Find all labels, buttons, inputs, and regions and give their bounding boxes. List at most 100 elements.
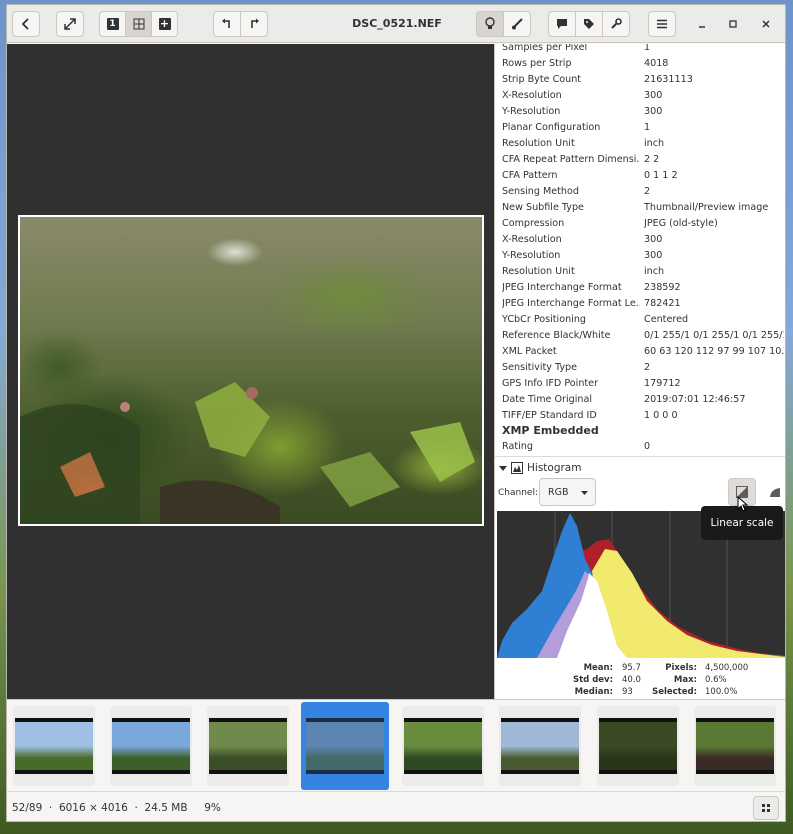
rotate-left-icon — [222, 18, 230, 28]
property-key: Resolution Unit — [502, 266, 575, 277]
thumbnail-image — [112, 718, 190, 774]
thumbnail-item[interactable] — [694, 706, 776, 786]
pixels-value: 4,500,000 — [705, 663, 749, 673]
menu-button[interactable] — [648, 11, 676, 37]
property-value: 782421 — [644, 298, 681, 309]
property-key: CFA Repeat Pattern Dimensi... — [502, 154, 640, 165]
property-row: CFA Repeat Pattern Dimensi... 2 2 — [495, 152, 785, 168]
property-value: 300 — [644, 234, 663, 245]
view-add-button[interactable]: + — [151, 11, 178, 37]
property-row: Rows per Strip 4018 — [495, 56, 785, 72]
property-key: Reference Black/White — [502, 330, 611, 341]
minimize-button[interactable] — [690, 11, 714, 37]
property-row: Y-Resolution 300 — [495, 104, 785, 120]
property-row: Y-Resolution 300 — [495, 248, 785, 264]
property-value: 1 — [644, 44, 651, 53]
stddev-label: Std dev: — [572, 675, 613, 685]
maximize-button[interactable] — [721, 11, 745, 37]
status-bar: 52/89 · 6016 × 4016 · 24.5 MB 9% — [7, 791, 785, 821]
mean-label: Mean: — [583, 663, 613, 673]
property-key: Sensing Method — [502, 186, 579, 197]
wrench-icon — [611, 18, 622, 29]
max-value: 0.6% — [705, 675, 727, 685]
property-key: Compression — [502, 218, 565, 229]
mouse-cursor-icon — [737, 496, 749, 512]
tag-button[interactable] — [575, 11, 603, 37]
expander-arrow-icon — [499, 465, 507, 471]
property-value: Thumbnail/Preview image — [644, 202, 769, 213]
max-label: Max: — [673, 675, 697, 685]
comment-button[interactable] — [548, 11, 576, 37]
property-key: GPS Info IFD Pointer — [502, 378, 599, 389]
thumbnail-item[interactable] — [301, 702, 389, 790]
property-value: Centered — [644, 314, 689, 325]
property-row: Sensitivity Type 2 — [495, 360, 785, 376]
thumbnail-item[interactable] — [207, 706, 289, 786]
property-key: Rating — [502, 441, 533, 452]
property-row: Samples per Pixel 1 — [495, 44, 785, 56]
thumbnail-item[interactable] — [13, 706, 95, 786]
view-mode-group: 1 + — [99, 11, 178, 37]
close-button[interactable] — [754, 11, 778, 37]
property-value: 4018 — [644, 58, 669, 69]
thumbnail-item[interactable] — [499, 706, 581, 786]
back-button[interactable] — [12, 11, 40, 37]
property-key: XML Packet — [502, 346, 557, 357]
properties-list[interactable]: TIFF/EP Standard ID 1 0 0 0 Date Time Orig… — [495, 44, 785, 456]
view-grid-button[interactable] — [125, 11, 152, 37]
property-key: X-Resolution — [502, 234, 562, 245]
minimize-icon — [699, 26, 705, 28]
property-row: Reference Black/White 0/1 255/1 0/1 255/1… — [495, 328, 785, 344]
window-title: DSC_0521.NEF — [352, 17, 442, 30]
property-value: JPEG (old-style) — [644, 218, 718, 229]
selected-value: 100.0% — [705, 687, 738, 697]
histogram-header[interactable]: Histogram — [495, 456, 785, 478]
thumbnail-strip[interactable] — [7, 699, 785, 791]
channel-select[interactable]: RGB — [539, 478, 596, 506]
thumbnail-item[interactable] — [110, 706, 192, 786]
close-icon — [762, 20, 770, 28]
thumbnail-item[interactable] — [402, 706, 484, 786]
property-row: New Subfile Type Thumbnail/Preview image — [495, 200, 785, 216]
property-value: 2 2 — [644, 154, 660, 165]
property-row: Resolution Unit inch — [495, 264, 785, 280]
fullscreen-button[interactable] — [56, 11, 84, 37]
property-value: inch — [644, 138, 665, 149]
thumbnail-item[interactable] — [597, 706, 679, 786]
rotate-left-button[interactable] — [213, 11, 241, 37]
brush-icon — [512, 18, 523, 30]
view-single-icon: 1 — [106, 18, 119, 30]
property-value: 2 — [644, 186, 651, 197]
selected-label: Selected: — [652, 687, 697, 697]
plus-icon: + — [158, 17, 171, 30]
log-scale-button[interactable] — [761, 478, 785, 506]
rotate-right-button[interactable] — [240, 11, 268, 37]
property-key: Date Time Original — [502, 394, 593, 405]
tag-icon — [584, 19, 594, 29]
gallery-toggle-button[interactable] — [753, 796, 779, 820]
rotate-group — [213, 11, 268, 37]
lightbulb-icon — [485, 17, 495, 29]
tools-button[interactable] — [602, 11, 630, 37]
metadata-group — [548, 11, 630, 37]
histogram-icon — [511, 461, 523, 474]
property-row: Resolution Unit inch — [495, 136, 785, 152]
channel-label: Channel: — [498, 488, 538, 498]
property-row: Rating 0 — [495, 439, 785, 455]
info-button[interactable] — [476, 11, 504, 37]
property-key: JPEG Interchange Format Le... — [502, 298, 640, 309]
property-key: Rows per Strip — [502, 58, 572, 69]
property-key: Resolution Unit — [502, 138, 575, 149]
edit-button[interactable] — [503, 11, 531, 37]
main-photo[interactable] — [18, 215, 484, 526]
image-viewport[interactable] — [7, 44, 494, 699]
mean-value: 95.7 — [622, 663, 641, 673]
property-key: Planar Configuration — [502, 122, 601, 133]
grid-dots-icon — [762, 804, 770, 812]
xmp-section-title: XMP Embedded — [502, 424, 599, 437]
view-single-button[interactable]: 1 — [99, 11, 126, 37]
property-value: 179712 — [644, 378, 681, 389]
image-viewer-window: 1 + DSC_0521.NEF TIFF/EP Standard ID 1 0… — [6, 4, 786, 822]
property-value: 2 — [644, 362, 651, 373]
thumbnail-image — [15, 718, 93, 774]
